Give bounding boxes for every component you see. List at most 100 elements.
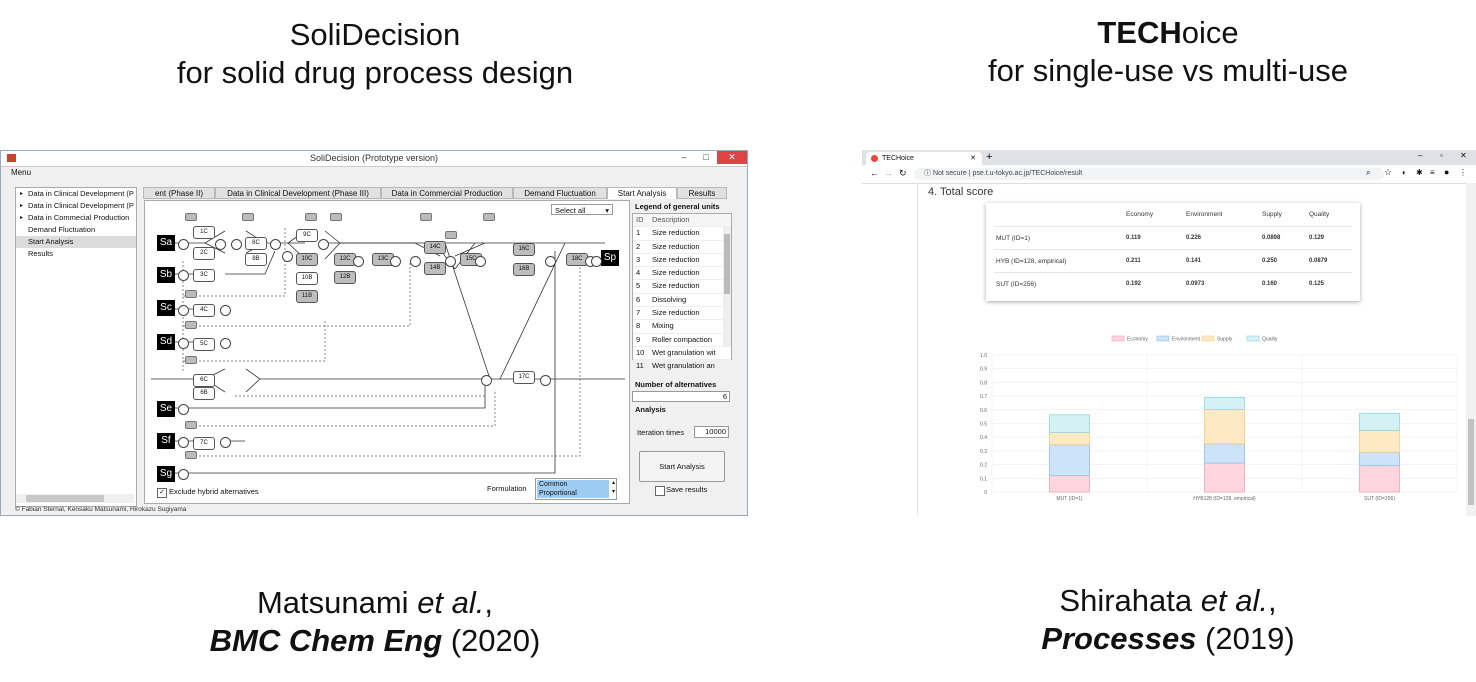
- navigation-tree[interactable]: ▸ Data in Clinical Development (P ▸ Data in…: [15, 187, 137, 507]
- table-header-cell: Quality: [1309, 211, 1330, 218]
- toggle-switch[interactable]: [330, 213, 342, 221]
- formulation-option-common[interactable]: Common: [537, 480, 609, 489]
- reading-list-icon[interactable]: ≡: [1430, 168, 1435, 177]
- unit-node[interactable]: 7C: [193, 437, 215, 450]
- legend-scrollbar-thumb[interactable]: [724, 234, 730, 294]
- citation-line1: Matsunami et al.,: [100, 584, 650, 622]
- toggle-switch[interactable]: [185, 213, 197, 221]
- listbox-spinner-icon[interactable]: ▴ ▾: [612, 479, 615, 497]
- unit-node[interactable]: 14C: [424, 241, 446, 254]
- toggle-switch[interactable]: [185, 321, 197, 329]
- new-tab-icon[interactable]: +: [986, 151, 992, 163]
- extension-icon[interactable]: ◐: [1402, 168, 1407, 177]
- caret-right-icon[interactable]: ▸: [20, 212, 23, 224]
- start-analysis-button[interactable]: Start Analysis: [639, 451, 725, 482]
- toggle-switch[interactable]: [185, 451, 197, 459]
- toggle-switch[interactable]: [483, 213, 495, 221]
- toggle-switch[interactable]: [185, 356, 197, 364]
- tree-item[interactable]: ▸ Data in Clinical Development (P: [16, 188, 136, 200]
- unit-node[interactable]: 10C: [296, 253, 318, 266]
- toggle-switch[interactable]: [185, 421, 197, 429]
- legend-scrollbar[interactable]: [723, 226, 731, 347]
- tab-2[interactable]: Data in Commercial Production: [381, 187, 513, 199]
- legend-row: 2 Size reduction: [633, 241, 731, 254]
- back-icon[interactable]: ←: [870, 168, 879, 178]
- formulation-option-proportional[interactable]: Proportional: [537, 489, 609, 498]
- tab-1[interactable]: Data in Clinical Development (Phase III): [215, 187, 381, 199]
- tab-0[interactable]: ent (Phase II): [143, 187, 215, 199]
- unit-node[interactable]: 6C: [193, 374, 215, 387]
- tree-scrollbar-thumb[interactable]: [26, 495, 104, 502]
- unit-node[interactable]: 8B: [245, 253, 267, 266]
- browser-tab[interactable]: TECHoice ✕: [866, 152, 982, 165]
- table-row-name: SUT (ID=256): [996, 281, 1037, 288]
- tab-5[interactable]: Results: [677, 187, 727, 199]
- forward-icon[interactable]: →: [884, 168, 893, 178]
- exclude-hybrid-checkbox[interactable]: ✓: [157, 488, 167, 498]
- caret-right-icon[interactable]: ▸: [20, 188, 23, 200]
- tree-item[interactable]: ▸ Data in Clinical Development (P: [16, 200, 136, 212]
- close-icon[interactable]: ✕: [717, 151, 747, 164]
- unit-node[interactable]: 14B: [424, 262, 446, 275]
- window-restore-icon[interactable]: ▫: [1440, 151, 1443, 160]
- tab-close-icon[interactable]: ✕: [970, 152, 976, 165]
- bar-segment-quality: [1359, 412, 1400, 431]
- unit-node[interactable]: 6B: [193, 387, 215, 400]
- unit-node[interactable]: 12B: [334, 271, 356, 284]
- unit-node[interactable]: 5C: [193, 338, 215, 351]
- unit-node[interactable]: 1C: [193, 226, 215, 239]
- address-bar-row: ← → ↻ ⓘ Not secure | pse.t.u-tokyo.ac.jp…: [862, 165, 1476, 184]
- maximize-icon[interactable]: □: [695, 151, 717, 164]
- unit-node[interactable]: 2C: [193, 247, 215, 260]
- toggle-switch[interactable]: [305, 213, 317, 221]
- unit-node[interactable]: 16C: [513, 243, 535, 256]
- tab-4[interactable]: Start Analysis: [607, 187, 677, 199]
- menu-kebab-icon[interactable]: ⋮: [1459, 168, 1467, 177]
- profile-icon[interactable]: ●: [1444, 167, 1449, 177]
- window-minimize-icon[interactable]: –: [1418, 151, 1422, 160]
- citation-year: (2019): [1196, 621, 1295, 656]
- url-field[interactable]: ⓘ Not secure | pse.t.u-tokyo.ac.jp/TECHo…: [914, 168, 1384, 180]
- puzzle-icon[interactable]: ✱: [1416, 168, 1423, 177]
- tree-scrollbar[interactable]: [16, 494, 134, 503]
- citation-authors: Matsunami: [256, 585, 409, 620]
- unit-node[interactable]: 4C: [193, 304, 215, 317]
- page-scrollbar-thumb[interactable]: [1468, 419, 1474, 505]
- iteration-field[interactable]: 10000: [694, 426, 729, 438]
- caret-right-icon[interactable]: ▸: [20, 200, 23, 212]
- window-close-icon[interactable]: ✕: [1460, 151, 1467, 160]
- tree-item[interactable]: Results: [16, 248, 136, 260]
- reload-icon[interactable]: ↻: [899, 168, 907, 179]
- toggle-switch[interactable]: [445, 231, 457, 239]
- toggle-switch[interactable]: [185, 290, 197, 298]
- legend-header-row: ID Description: [633, 214, 731, 228]
- legend-row-desc: Size reduction: [652, 308, 700, 318]
- num-alternatives-field[interactable]: 6: [632, 391, 730, 402]
- toggle-switch[interactable]: [420, 213, 432, 221]
- junction-node: [445, 256, 456, 267]
- tree-item[interactable]: Demand Fluctuation: [16, 224, 136, 236]
- tab-strip: ent (Phase II) Data in Clinical Developme…: [143, 187, 737, 199]
- zoom-icon[interactable]: ⌕: [1366, 168, 1370, 178]
- toggle-switch[interactable]: [242, 213, 254, 221]
- unit-node[interactable]: 17C: [513, 371, 535, 384]
- source-node: Sc: [157, 300, 175, 316]
- source-node: Sp: [601, 250, 619, 266]
- tree-item[interactable]: ▸ Data in Commecial Production: [16, 212, 136, 224]
- bookmark-star-icon[interactable]: ☆: [1384, 167, 1392, 178]
- unit-node[interactable]: 3C: [193, 269, 215, 282]
- unit-node[interactable]: 8C: [245, 237, 267, 250]
- exclude-hybrid-label: Exclude hybrid alternatives: [169, 487, 259, 496]
- formulation-listbox[interactable]: Common Proportional ▴ ▾: [535, 478, 617, 500]
- legend-row-desc: Size reduction: [652, 254, 700, 264]
- tab-3[interactable]: Demand Fluctuation: [513, 187, 607, 199]
- unit-node[interactable]: 9C: [296, 229, 318, 242]
- page-scrollbar[interactable]: [1466, 183, 1476, 516]
- menu-item[interactable]: Menu: [11, 168, 31, 177]
- unit-node[interactable]: 11B: [296, 290, 318, 303]
- unit-node[interactable]: 10B: [296, 272, 318, 285]
- tree-item[interactable]: Start Analysis: [16, 236, 136, 248]
- unit-node[interactable]: 16B: [513, 263, 535, 276]
- minimize-icon[interactable]: ‒: [673, 151, 695, 164]
- save-results-checkbox[interactable]: [655, 486, 665, 496]
